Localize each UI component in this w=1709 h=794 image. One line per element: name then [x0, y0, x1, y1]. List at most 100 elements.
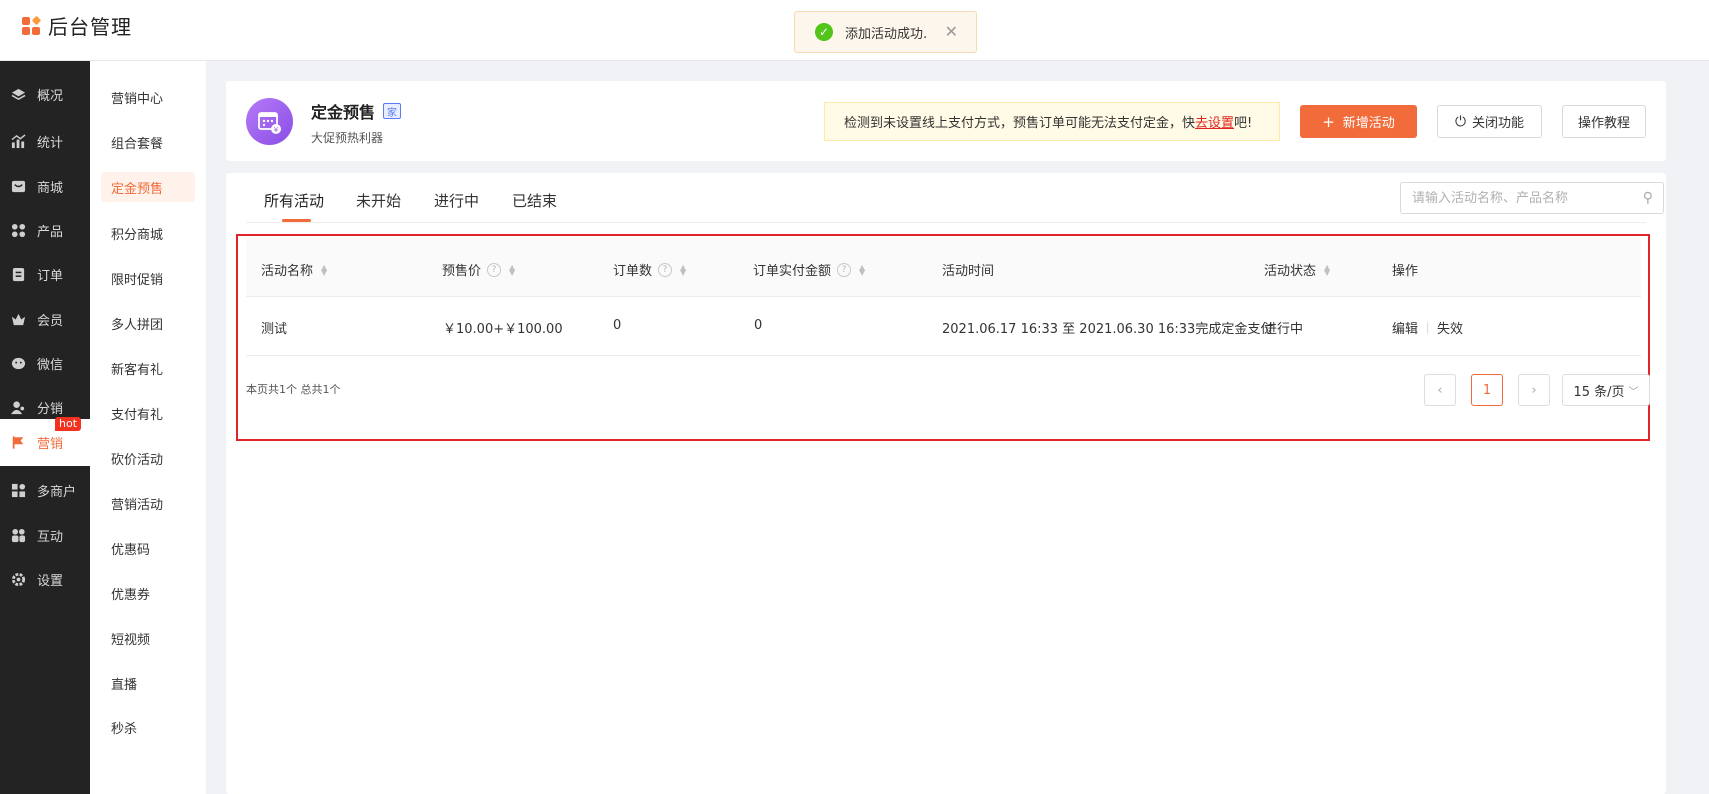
sidebar-item-label: 统计 — [37, 135, 64, 151]
sidebar-item-label: 商城 — [37, 180, 64, 196]
toast-text: 添加活动成功. — [845, 26, 928, 42]
close-feature-button[interactable]: ⏻ 关闭功能 — [1437, 105, 1542, 138]
column-header-status[interactable]: 活动状态 ▲ ▼ — [1264, 260, 1330, 279]
cell-name: 测试 — [261, 322, 288, 337]
sort-icon[interactable]: ▲ ▼ — [859, 263, 865, 276]
main-sidebar: 概况 统计 商城 产品 订单 会员 微信 分销 hot 营销 多商户 互动 设置 — [0, 61, 90, 794]
go-settings-link[interactable]: 去设置 — [1195, 112, 1234, 131]
sidebar-item-wechat[interactable]: 微信 — [0, 339, 90, 387]
column-title: 活动名称 — [261, 264, 314, 279]
column-title: 活动状态 — [1264, 264, 1317, 279]
subnav-item[interactable]: 优惠码 — [101, 533, 195, 563]
marketing-subnav: 营销中心 组合套餐 定金预售 积分商城 限时促销 多人拼团 新客有礼 支付有礼 … — [90, 61, 206, 794]
sidebar-item-member[interactable]: 会员 — [0, 295, 90, 343]
add-activity-button[interactable]: + 新增活动 — [1300, 105, 1417, 138]
check-circle-icon: ✓ — [815, 23, 833, 41]
sidebar-item-store[interactable]: 商城 — [0, 162, 90, 210]
sidebar-item-marketing[interactable]: hot 营销 — [0, 417, 90, 466]
help-icon[interactable]: ? — [658, 262, 673, 277]
prev-page-button[interactable]: ‹ — [1424, 374, 1456, 406]
page-title-text: 定金预售 — [311, 103, 376, 122]
crown-icon — [10, 311, 26, 327]
sidebar-item-order[interactable]: 订单 — [0, 250, 90, 298]
next-page-button[interactable]: › — [1518, 374, 1550, 406]
subnav-item[interactable]: 直播 — [101, 668, 195, 698]
interaction-icon — [10, 527, 26, 543]
column-title: 操作 — [1392, 264, 1419, 279]
subnav-item[interactable]: 营销中心 — [101, 82, 195, 112]
search-input[interactable] — [1412, 190, 1632, 206]
search-icon[interactable]: ⚲ — [1643, 190, 1653, 206]
help-icon[interactable]: ? — [837, 262, 852, 277]
subnav-item[interactable]: 限时促销 — [101, 263, 195, 293]
feature-header-card: ¥ 定金预售 家 大促预热利器 检测到未设置线上支付方式，预售订单可能无法支付定… — [226, 81, 1666, 161]
subnav-item[interactable]: 短视频 — [101, 623, 195, 653]
subnav-item[interactable]: 积分商城 — [101, 218, 195, 248]
chevron-down-icon: ﹀ — [1628, 386, 1639, 398]
subnav-item[interactable]: 营销活动 — [101, 488, 195, 518]
page-size-value: 15 条/页 — [1573, 384, 1625, 400]
sidebar-item-interaction[interactable]: 互动 — [0, 511, 90, 559]
sort-icon[interactable]: ▲ ▼ — [1324, 263, 1330, 276]
logo-icon — [22, 15, 42, 36]
app-title: 后台管理 — [48, 15, 132, 39]
payment-warning: 检测到未设置线上支付方式，预售订单可能无法支付定金，快 去设置 吧! — [824, 102, 1280, 141]
sidebar-item-product[interactable]: 产品 — [0, 206, 90, 254]
sidebar-item-label: 概况 — [37, 88, 64, 104]
subnav-item[interactable]: 多人拼团 — [101, 308, 195, 338]
column-title: 活动时间 — [942, 264, 995, 279]
column-header-price[interactable]: 预售价 ? ▲ ▼ — [442, 260, 515, 279]
cell-orders: 0 — [613, 318, 622, 333]
close-icon[interactable]: ✕ — [945, 22, 958, 41]
sidebar-item-label: 设置 — [37, 573, 64, 589]
distribution-icon — [10, 399, 26, 415]
disable-link[interactable]: 失效 — [1437, 318, 1463, 337]
subnav-item[interactable]: 砍价活动 — [101, 443, 195, 473]
wechat-icon — [10, 355, 26, 371]
order-icon — [10, 266, 26, 282]
sort-icon[interactable]: ▲ ▼ — [680, 263, 686, 276]
tutorial-button[interactable]: 操作教程 — [1562, 105, 1646, 138]
activity-list-card: 所有活动 未开始 进行中 已结束 ⚲ 活动名称 ▲▼ 预售价 ? ▲▼ 订单数 … — [226, 173, 1666, 794]
subnav-item[interactable]: 组合套餐 — [101, 127, 195, 157]
sort-icon[interactable]: ▲ ▼ — [509, 263, 515, 276]
sidebar-item-merchant[interactable]: 多商户 — [0, 466, 90, 514]
column-header-name[interactable]: 活动名称 ▲ ▼ — [261, 260, 327, 279]
sort-icon[interactable]: ▲ ▼ — [321, 263, 327, 276]
page-number-current[interactable]: 1 — [1471, 374, 1503, 406]
sidebar-item-settings[interactable]: 设置 — [0, 555, 90, 603]
sidebar-item-label: 互动 — [37, 529, 64, 545]
merchant-icon — [10, 482, 26, 498]
highlighted-table-region: 活动名称 ▲ ▼ 预售价 ? ▲ ▼ 订单数 ? ▲ ▼ 订单实付金额 ? ▲ ▼ 活动… — [236, 234, 1650, 441]
status-tabs: 所有活动 未开始 进行中 已结束 ⚲ — [246, 173, 1664, 223]
table-row: 测试 ￥10.00+￥100.00 0 0 2021.06.17 16:33 至… — [246, 297, 1641, 356]
column-header-time: 活动时间 — [942, 260, 994, 279]
sidebar-item-overview[interactable]: 概况 — [0, 70, 90, 118]
cell-amount: 0 — [754, 318, 763, 333]
cell-status: 进行中 — [1264, 322, 1304, 337]
subnav-item[interactable]: 支付有礼 — [101, 398, 195, 428]
help-icon[interactable]: ? — [487, 262, 502, 277]
plus-icon: + — [1322, 112, 1335, 131]
sidebar-item-stats[interactable]: 统计 — [0, 117, 90, 165]
logo[interactable]: 后台管理 — [22, 11, 132, 40]
power-icon: ⏻ — [1454, 113, 1467, 130]
tab-ended[interactable]: 已结束 — [512, 190, 557, 211]
column-title: 预售价 — [442, 264, 482, 279]
subnav-item[interactable]: 秒杀 — [101, 712, 195, 742]
tab-all[interactable]: 所有活动 — [264, 190, 324, 211]
subnav-item[interactable]: 优惠券 — [101, 578, 195, 608]
column-header-orders[interactable]: 订单数 ? ▲ ▼ — [613, 260, 686, 279]
tab-in-progress[interactable]: 进行中 — [434, 190, 479, 211]
sidebar-item-label: 营销 — [37, 437, 64, 452]
tab-not-started[interactable]: 未开始 — [356, 190, 401, 211]
subnav-item[interactable]: 新客有礼 — [101, 353, 195, 383]
subnav-item-active[interactable]: 定金预售 — [101, 172, 195, 202]
column-header-amount[interactable]: 订单实付金额 ? ▲ ▼ — [753, 260, 865, 279]
cell-price: ￥10.00+￥100.00 — [443, 322, 563, 337]
edit-link[interactable]: 编辑 — [1392, 318, 1418, 337]
feature-tag: 家 — [383, 103, 402, 119]
search-box: ⚲ — [1400, 182, 1664, 214]
cell-actions: 编辑 失效 — [1392, 318, 1463, 337]
page-size-select[interactable]: 15 条/页 ﹀ — [1562, 374, 1650, 406]
